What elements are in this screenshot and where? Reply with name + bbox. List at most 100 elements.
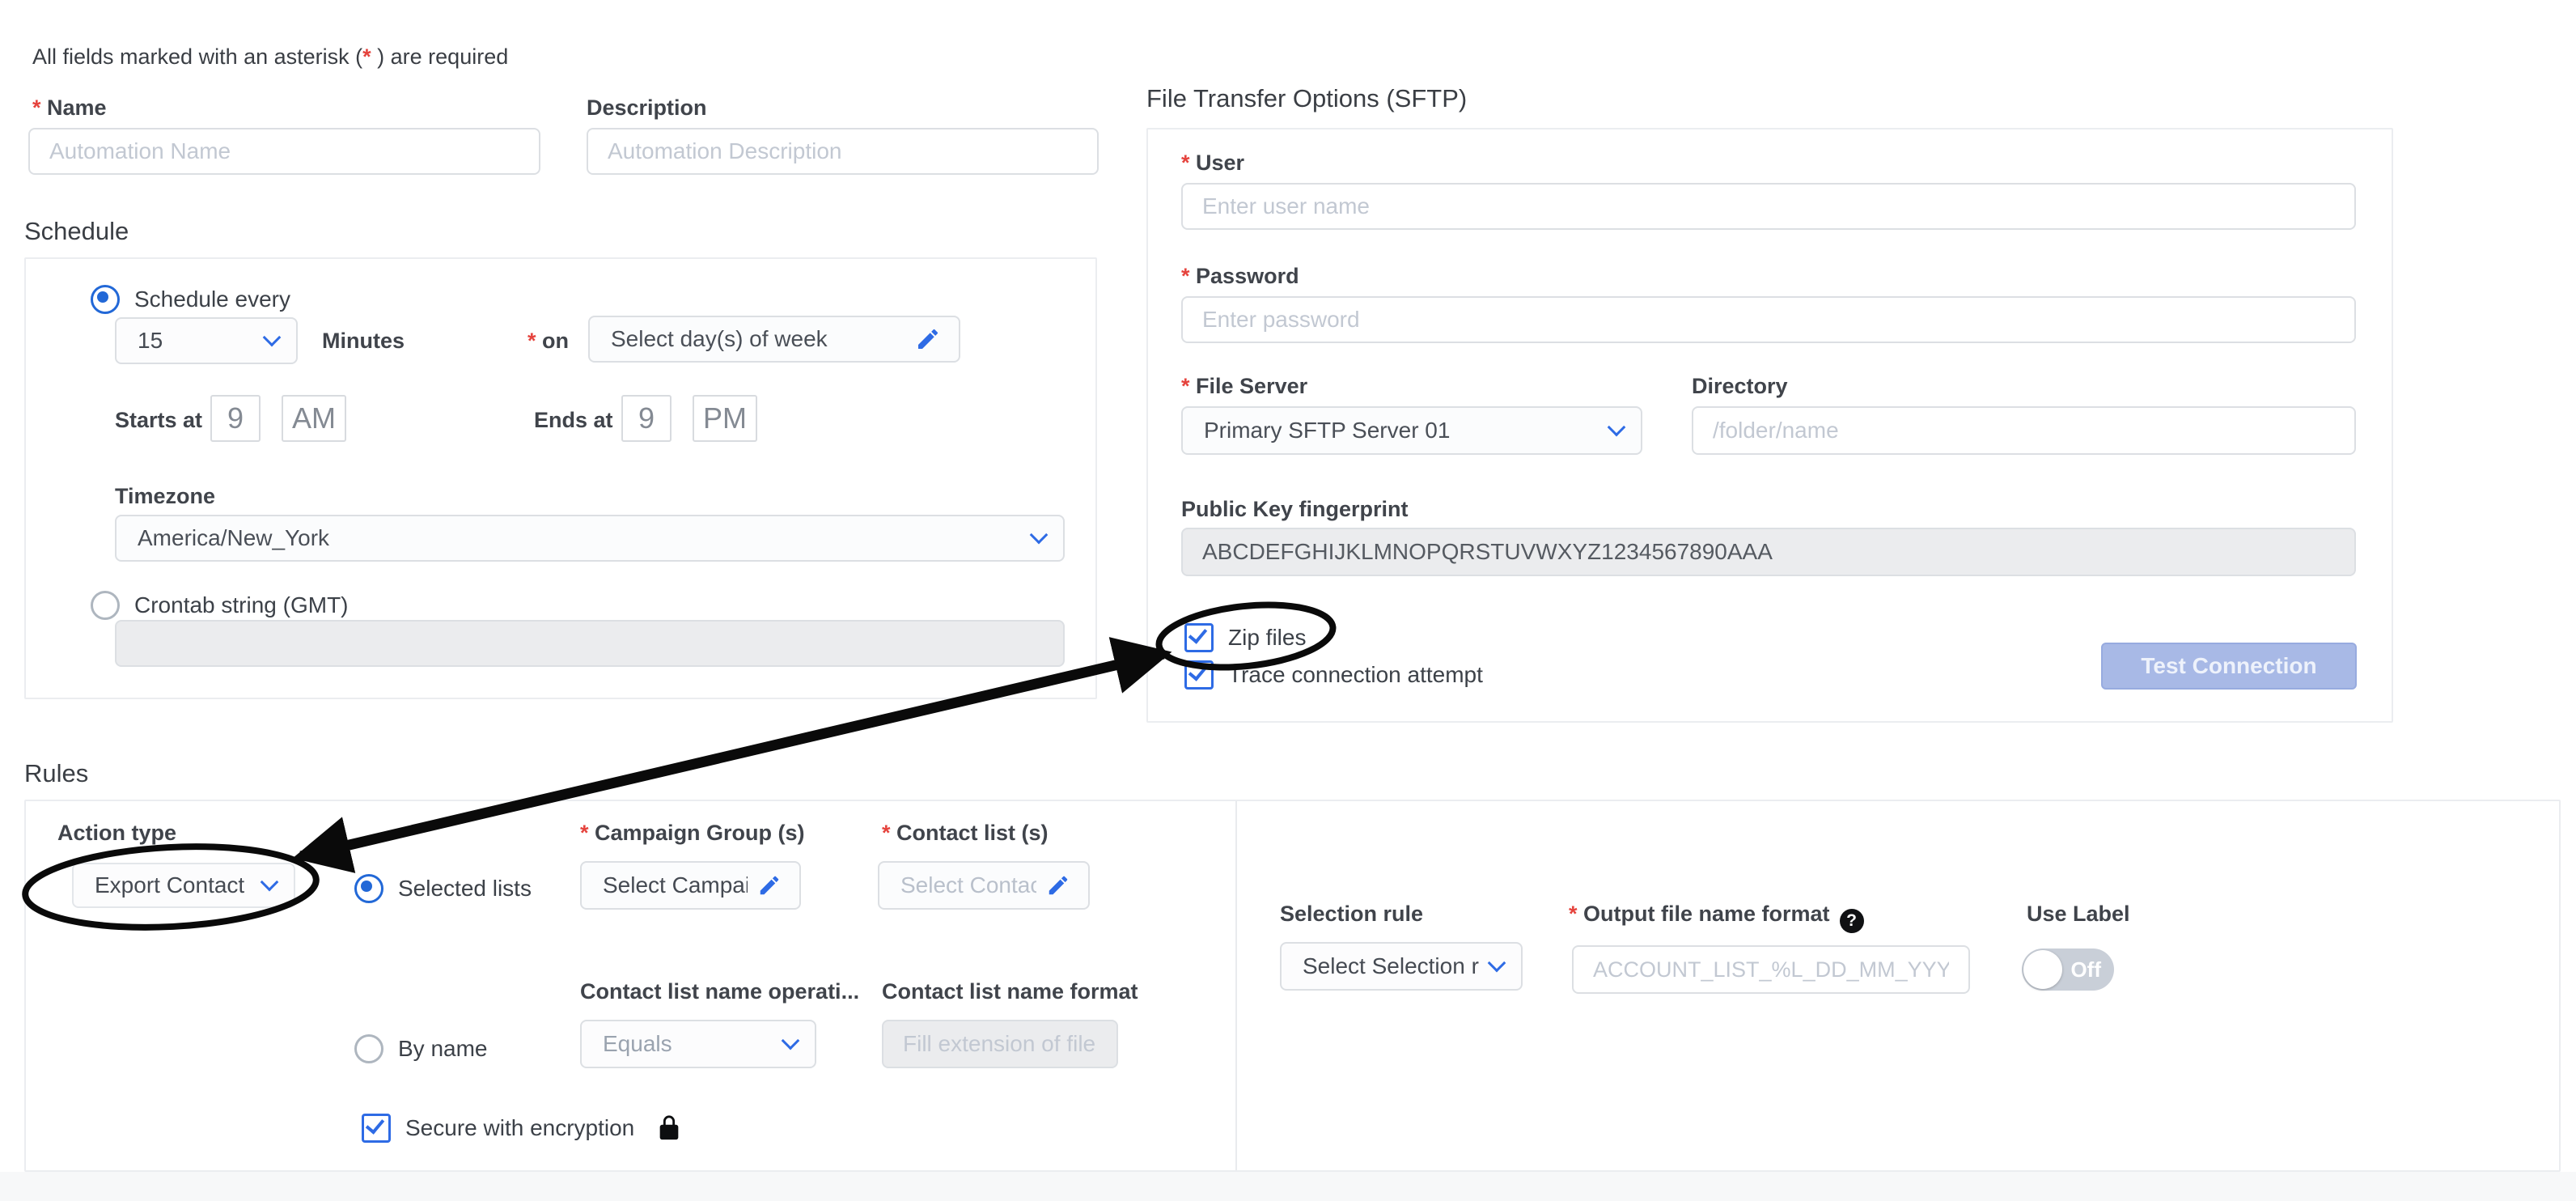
timezone-label: Timezone [115, 484, 215, 509]
output-format-label-text: Output file name format [1583, 902, 1830, 926]
output-format-input[interactable] [1572, 945, 1970, 994]
trace-connection-checkbox[interactable] [1184, 660, 1214, 690]
interval-select[interactable]: 15 [115, 317, 298, 364]
bottom-scroll-band [0, 1172, 2576, 1201]
schedule-heading: Schedule [24, 217, 129, 246]
lock-icon [655, 1114, 683, 1142]
required-asterisk: * [527, 329, 536, 353]
file-server-value: Primary SFTP Server 01 [1204, 418, 1450, 443]
start-meridiem-toggle[interactable]: AM [282, 395, 346, 442]
password-input[interactable] [1181, 296, 2356, 343]
file-server-select[interactable]: Primary SFTP Server 01 [1181, 406, 1642, 455]
chevron-down-icon [1488, 954, 1506, 973]
toggle-state-label: Off [2070, 957, 2101, 982]
selection-rule-value: Select Selection r... [1303, 953, 1479, 979]
fingerprint-label: Public Key fingerprint [1181, 497, 1409, 522]
minutes-label: Minutes [322, 329, 405, 354]
sftp-heading: File Transfer Options (SFTP) [1146, 84, 1467, 113]
timezone-select[interactable]: America/New_York [115, 515, 1065, 562]
use-label-label: Use Label [2027, 902, 2130, 927]
help-question-icon[interactable]: ? [1840, 909, 1864, 933]
zip-files-label: Zip files [1228, 625, 1306, 651]
required-asterisk: * [32, 95, 41, 120]
zip-files-option: Zip files [1184, 623, 1306, 652]
contact-list-label-text: Contact list (s) [896, 821, 1049, 845]
name-format-input [882, 1020, 1118, 1068]
required-asterisk: * [1181, 151, 1190, 175]
crontab-label: Crontab string (GMT) [134, 592, 349, 618]
trace-connection-label: Trace connection attempt [1228, 662, 1483, 688]
directory-label: Directory [1692, 374, 1788, 399]
start-hour-input[interactable]: 9 [210, 395, 261, 442]
required-asterisk: * [882, 821, 891, 845]
name-label: * Name [32, 95, 107, 121]
selected-lists-option: Selected lists [354, 874, 532, 903]
end-meridiem-toggle[interactable]: PM [693, 395, 757, 442]
end-hour-input[interactable]: 9 [621, 395, 672, 442]
action-type-label: Action type [57, 821, 176, 846]
by-name-radio[interactable] [354, 1034, 383, 1063]
directory-input[interactable] [1692, 406, 2356, 455]
chevron-down-icon [1608, 418, 1626, 437]
description-label: Description [587, 95, 707, 121]
campaign-group-label-text: Campaign Group (s) [595, 821, 805, 845]
secure-encryption-label: Secure with encryption [405, 1115, 634, 1141]
test-connection-button[interactable]: Test Connection [2101, 643, 2357, 690]
rules-divider [1235, 801, 1237, 1170]
crontab-radio[interactable] [91, 591, 120, 620]
required-fields-note: All fields marked with an asterisk (* ) … [32, 45, 508, 70]
ends-at-label: Ends at [534, 408, 613, 433]
campaign-group-value: Select Campaign... [603, 872, 748, 898]
pencil-icon[interactable] [915, 326, 941, 352]
selection-rule-label: Selection rule [1280, 902, 1423, 927]
name-input[interactable] [28, 128, 540, 175]
required-asterisk: * [1181, 264, 1190, 288]
selection-rule-select[interactable]: Select Selection r... [1280, 942, 1523, 991]
zip-files-checkbox[interactable] [1184, 623, 1214, 652]
by-name-option: By name [354, 1034, 488, 1063]
interval-value: 15 [138, 328, 163, 354]
selected-lists-radio[interactable] [354, 874, 383, 903]
required-note-suffix: ) are required [371, 45, 509, 69]
required-note-prefix: All fields marked with an asterisk ( [32, 45, 362, 69]
contact-list-value: Select Contact Li... [900, 872, 1036, 898]
end-hour-value: 9 [638, 401, 655, 435]
required-note-asterisk: * [362, 45, 371, 69]
description-input[interactable] [587, 128, 1099, 175]
user-label-text: User [1196, 151, 1244, 175]
secure-encryption-checkbox[interactable] [362, 1114, 391, 1143]
pencil-icon[interactable] [1046, 873, 1070, 898]
campaign-group-select[interactable]: Select Campaign... [580, 861, 801, 910]
trace-connection-option: Trace connection attempt [1184, 660, 1483, 690]
rules-heading: Rules [24, 759, 88, 788]
name-operator-label: Contact list name operati... [580, 979, 859, 1004]
on-label-text: on [542, 329, 569, 353]
on-label: * on [527, 329, 569, 354]
days-of-week-select[interactable]: Select day(s) of week [588, 316, 960, 363]
selected-lists-label: Selected lists [398, 876, 532, 902]
timezone-value: America/New_York [138, 525, 329, 551]
days-of-week-placeholder: Select day(s) of week [611, 326, 828, 352]
chevron-down-icon [1030, 526, 1049, 545]
schedule-every-radio[interactable] [91, 285, 120, 314]
user-label: * User [1181, 151, 1244, 176]
user-input[interactable] [1181, 183, 2356, 230]
use-label-toggle[interactable]: Off [2022, 948, 2114, 991]
end-meridiem-value: PM [703, 401, 747, 435]
name-label-text: Name [47, 95, 107, 120]
name-format-label: Contact list name format [882, 979, 1138, 1004]
crontab-input [115, 620, 1065, 667]
file-server-label: * File Server [1181, 374, 1307, 399]
password-label: * Password [1181, 264, 1299, 289]
by-name-label: By name [398, 1036, 488, 1062]
toggle-knob [2023, 950, 2062, 989]
contact-list-select[interactable]: Select Contact Li... [878, 861, 1090, 910]
starts-at-label: Starts at [115, 408, 202, 433]
chevron-down-icon [263, 329, 282, 347]
password-label-text: Password [1196, 264, 1299, 288]
action-type-select[interactable]: Export Contact List [72, 863, 295, 908]
start-meridiem-value: AM [292, 401, 336, 435]
chevron-down-icon [782, 1032, 800, 1050]
pencil-icon[interactable] [757, 873, 782, 898]
name-operator-select[interactable]: Equals [580, 1020, 816, 1068]
